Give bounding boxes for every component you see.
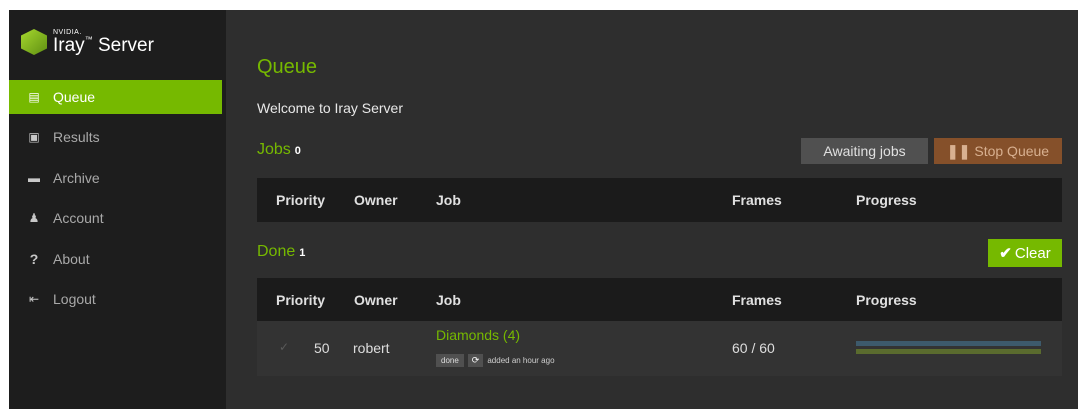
question-icon: ? (29, 251, 39, 267)
sidebar-item-label: Results (53, 129, 100, 145)
progress-bar-fill (856, 341, 1041, 346)
sidebar-item-label: Queue (53, 89, 96, 105)
sidebar-item-label: Logout (53, 291, 96, 307)
sidebar-item-queue[interactable]: ▤ Queue (9, 80, 222, 114)
logo: NVIDIA. Iray™ Server (21, 22, 154, 62)
column-header: Progress (856, 192, 917, 208)
archive-icon: ▬ (28, 171, 40, 185)
jobs-table-header: Priority Owner Job Frames Progress (257, 178, 1062, 222)
stop-queue-label: Stop Queue (974, 143, 1050, 159)
stop-queue-button[interactable]: ❚❚ Stop Queue (934, 138, 1062, 164)
job-link[interactable]: Diamonds (4) (436, 327, 520, 343)
progress-bar (856, 349, 1041, 354)
clipboard-icon: ▤ (28, 90, 40, 104)
sidebar-item-account[interactable]: ♟ Account (9, 201, 222, 235)
column-header: Job (436, 292, 461, 308)
logo-text: NVIDIA. Iray™ Server (53, 29, 154, 55)
clear-label: Clear (1014, 244, 1051, 262)
sidebar-item-archive[interactable]: ▬ Archive (9, 161, 222, 195)
sidebar-item-logout[interactable]: ⇤ Logout (9, 282, 222, 316)
status-badge: done (436, 354, 464, 367)
sidebar: NVIDIA. Iray™ Server ▤ Queue ▣ Results ▬… (9, 10, 222, 409)
refresh-icon[interactable]: ⟳ (467, 354, 484, 367)
page-title: Queue (257, 56, 318, 78)
sidebar-item-results[interactable]: ▣ Results (9, 120, 222, 154)
added-time: added an hour ago (487, 356, 555, 365)
column-header: Progress (856, 292, 917, 308)
table-row[interactable]: ✓ 50 robert Diamonds (4) done ⟳ added an h… (257, 321, 1062, 376)
column-header: Owner (354, 292, 398, 308)
priority-value: 50 (314, 340, 330, 356)
sidebar-item-label: Account (53, 210, 104, 226)
done-heading: Done 1 (257, 243, 305, 261)
progress-bar-fill (856, 349, 1041, 354)
user-icon: ♟ (28, 211, 40, 225)
clear-button[interactable]: ✔ Clear (988, 239, 1062, 267)
frames-value: 60 / 60 (732, 340, 775, 356)
app-window: NVIDIA. Iray™ Server ▤ Queue ▣ Results ▬… (9, 10, 1078, 409)
done-count: 1 (299, 247, 306, 259)
column-header: Owner (354, 192, 398, 208)
column-header: Frames (732, 192, 782, 208)
check-icon: ✔ (999, 245, 1012, 262)
logo-product: Iray™ Server (53, 35, 154, 56)
column-header: Job (436, 192, 461, 208)
pause-icon: ❚❚ (946, 142, 971, 159)
column-header: Frames (732, 292, 782, 308)
owner-value: robert (353, 340, 390, 356)
sidebar-item-label: About (53, 251, 90, 267)
jobs-heading: Jobs 0 (257, 141, 301, 159)
sidebar-item-about[interactable]: ? About (9, 242, 222, 276)
jobs-title: Jobs (257, 141, 291, 158)
column-header: Priority (276, 192, 326, 208)
done-table-header: Priority Owner Job Frames Progress (257, 278, 1062, 322)
check-icon: ✓ (279, 340, 290, 354)
jobs-count: 0 (294, 145, 301, 157)
main-content: Queue Welcome to Iray Server Jobs 0 Await… (226, 10, 1078, 409)
sidebar-item-label: Archive (53, 170, 100, 186)
logout-icon: ⇤ (28, 292, 40, 306)
nvidia-logo-icon (21, 29, 47, 55)
done-title: Done (257, 243, 296, 260)
image-icon: ▣ (28, 130, 40, 144)
awaiting-jobs-button[interactable]: Awaiting jobs (801, 138, 928, 164)
welcome-text: Welcome to Iray Server (257, 100, 404, 116)
progress-bar (856, 341, 1041, 346)
job-meta: done ⟳ added an hour ago (436, 350, 555, 367)
column-header: Priority (276, 292, 326, 308)
